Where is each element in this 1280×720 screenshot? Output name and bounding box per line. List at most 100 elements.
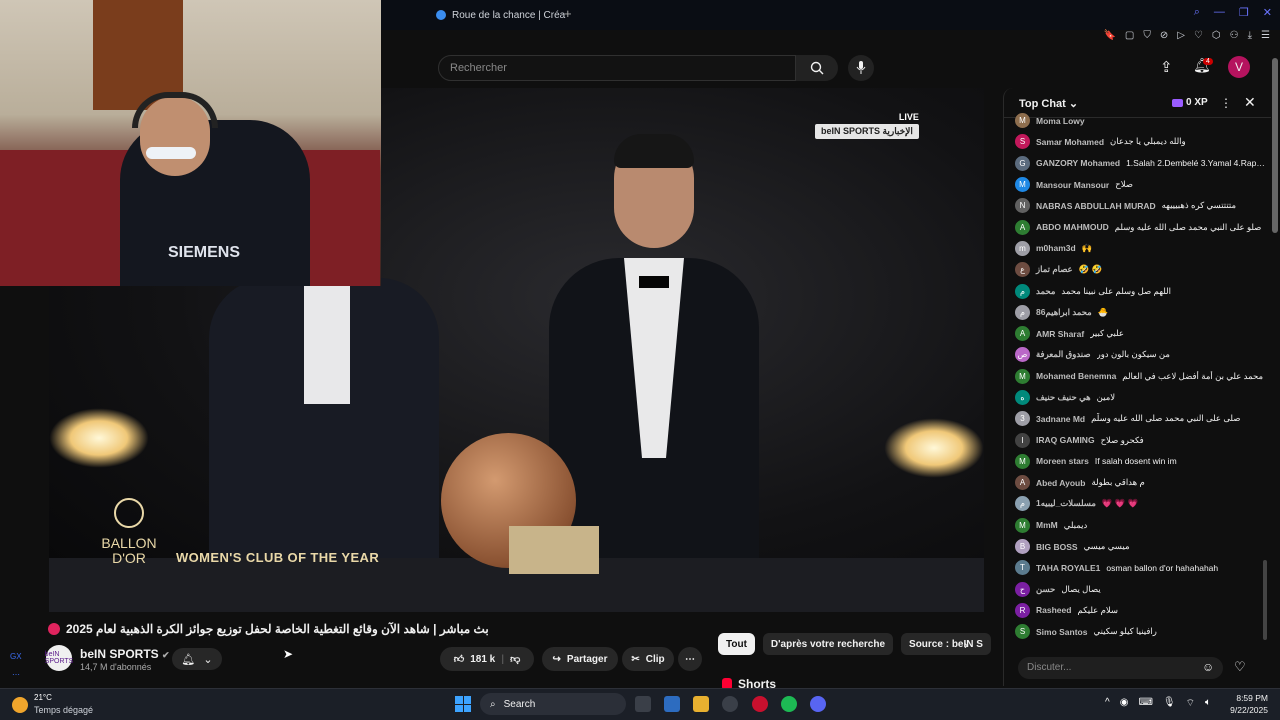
chat-mode-dropdown[interactable]: Top Chat ⌄	[1019, 97, 1078, 110]
chat-author-avatar[interactable]: I	[1015, 432, 1030, 448]
clip-button[interactable]: ✂ Clip	[622, 647, 674, 671]
gx-label[interactable]: GX	[10, 652, 22, 661]
chat-message[interactable]: T TAHA ROYALE1 osman ballon d'or hahahahah	[1015, 557, 1265, 578]
maximize-icon[interactable]: ❐	[1239, 6, 1249, 19]
task-view-icon[interactable]	[635, 696, 651, 712]
close-window-icon[interactable]: ✕	[1263, 6, 1272, 19]
chat-message[interactable]: S Samar Mohamed والله ديمبلي يا جدعان	[1015, 131, 1265, 152]
voice-search-button[interactable]	[848, 55, 874, 81]
chat-author-name[interactable]: Samar Mohamed	[1036, 137, 1104, 147]
chat-message[interactable]: M Mohamed Benemna محمد علي بن أمة أفضل لاع…	[1015, 366, 1265, 387]
chat-author-avatar[interactable]: M	[1015, 177, 1030, 193]
like-button[interactable]: 👍︎ 181 k | 👎︎	[440, 647, 534, 671]
chat-message[interactable]: I IRAQ GAMING فكحرو صلاح	[1015, 429, 1265, 450]
app-tray-icon[interactable]: ◉	[1120, 697, 1129, 710]
chat-input[interactable]: Discuter...	[1018, 657, 1223, 679]
bookmark-icon[interactable]: 🔖	[1103, 30, 1115, 41]
chat-author-name[interactable]: Mohamed Benemna	[1036, 371, 1116, 381]
emoji-icon[interactable]: ☺	[1202, 660, 1214, 674]
chat-author-avatar[interactable]: M	[1015, 368, 1030, 384]
chat-author-avatar[interactable]: M	[1015, 113, 1030, 129]
chat-author-avatar[interactable]: م	[1015, 283, 1030, 299]
chat-xp-badge[interactable]: 0 XP	[1172, 97, 1208, 108]
taskbar-clock[interactable]: 8:59 PM 9/22/2025	[1220, 692, 1268, 716]
chat-author-avatar[interactable]: S	[1015, 134, 1030, 150]
chat-author-name[interactable]: IRAQ GAMING	[1036, 435, 1095, 445]
chat-author-name[interactable]: TAHA ROYALE1	[1036, 563, 1100, 573]
chat-message[interactable]: م محمد اللهم صل وسلم على نبينا محمد	[1015, 280, 1265, 301]
keyboard-icon[interactable]: ⌨	[1138, 697, 1152, 710]
chat-author-name[interactable]: NABRAS ABDULLAH MURAD	[1036, 201, 1156, 211]
chat-author-name[interactable]: عصام تماز	[1036, 264, 1073, 275]
thumbs-down-icon[interactable]: 👎︎	[510, 653, 520, 665]
browser-tab[interactable]: Roue de la chance | Créa	[436, 5, 565, 25]
chat-message[interactable]: G GANZORY Mohamed 1.Salah 2.Dembelé 3.Yama…	[1015, 153, 1265, 174]
chat-author-name[interactable]: محمد ابراهيم86	[1036, 307, 1092, 318]
chat-message[interactable]: A Abed Ayoub م هداقي بطولة	[1015, 472, 1265, 493]
block-icon[interactable]: ⊘	[1160, 30, 1168, 41]
minimize-icon[interactable]: —	[1214, 6, 1225, 19]
chat-message[interactable]: M MmM ديمبلي	[1015, 515, 1265, 536]
chip-from-search[interactable]: D'après votre recherche	[762, 633, 894, 655]
chat-author-name[interactable]: Rasheed	[1036, 605, 1071, 615]
chat-author-name[interactable]: Moma Lowy	[1036, 116, 1085, 126]
chat-scrollbar[interactable]	[1263, 560, 1267, 640]
chip-all[interactable]: Tout	[718, 633, 755, 655]
chat-author-name[interactable]: Simo Santos	[1036, 627, 1087, 637]
chat-author-avatar[interactable]: S	[1015, 624, 1030, 640]
chat-message[interactable]: S Simo Santos رافينيا كيلو سكيني	[1015, 621, 1265, 642]
chat-author-avatar[interactable]: م	[1015, 496, 1030, 512]
search-tabs-icon[interactable]: ⌕	[1194, 6, 1200, 19]
chat-author-name[interactable]: Mansour Mansour	[1036, 180, 1109, 190]
extensions-icon[interactable]: ⬡	[1212, 30, 1221, 41]
microphone-icon[interactable]: 🎙︎	[1163, 697, 1176, 710]
chat-message[interactable]: ه هي حنيف حنيف لامين	[1015, 387, 1265, 408]
more-actions-button[interactable]: ⋯	[678, 647, 702, 671]
chat-message[interactable]: M Moma Lowy	[1015, 110, 1265, 131]
chat-author-avatar[interactable]: ه	[1015, 390, 1030, 405]
chat-message[interactable]: م محمد ابراهيم86 🐣	[1015, 302, 1265, 323]
chat-message[interactable]: A ABDO MAHMOUD صلو على النبي محمد صلى الله…	[1015, 216, 1265, 237]
chat-author-name[interactable]: مسلسلات_ليبيه1	[1036, 498, 1096, 509]
chip-source[interactable]: Source : beIN S	[901, 633, 991, 655]
search-input[interactable]: Rechercher	[438, 55, 796, 81]
chat-author-avatar[interactable]: M	[1015, 453, 1030, 469]
play-icon[interactable]: ▷	[1177, 30, 1185, 41]
chat-author-avatar[interactable]: R	[1015, 602, 1030, 618]
chat-author-name[interactable]: 3adnane Md	[1036, 414, 1085, 424]
chat-author-avatar[interactable]: ص	[1015, 347, 1030, 363]
new-tab-button[interactable]: +	[564, 6, 572, 21]
chat-author-avatar[interactable]: G	[1015, 155, 1030, 171]
channel-avatar[interactable]: beIN SPORTS	[45, 645, 73, 671]
chat-message[interactable]: M Moreen stars If salah dosent win im	[1015, 451, 1265, 472]
shield-icon[interactable]: ⛉	[1143, 30, 1151, 41]
chat-author-name[interactable]: GANZORY Mohamed	[1036, 158, 1120, 168]
upload-icon[interactable]: ⇪	[1160, 58, 1173, 76]
subscription-bell-button[interactable]: 🔔︎ ⌄	[172, 648, 222, 670]
chat-author-avatar[interactable]: M	[1015, 517, 1030, 533]
chat-message[interactable]: ص صندوق المعرفة من سيكون بالون دور	[1015, 344, 1265, 365]
chat-author-name[interactable]: Moreen stars	[1036, 456, 1089, 466]
account-avatar[interactable]: V	[1228, 56, 1250, 78]
search-button[interactable]	[796, 55, 838, 81]
chat-author-avatar[interactable]: A	[1015, 219, 1030, 235]
chat-author-avatar[interactable]: N	[1015, 198, 1030, 214]
screenshot-icon[interactable]: ▢	[1125, 30, 1134, 41]
chat-author-name[interactable]: MmM	[1036, 520, 1058, 530]
network-icon[interactable]: ⌔	[1186, 697, 1195, 710]
spotify-icon[interactable]	[781, 696, 797, 712]
chat-message[interactable]: m m0ham3d 🙌	[1015, 238, 1265, 259]
heart-reaction-icon[interactable]: ♡	[1234, 659, 1246, 675]
windows-start-icon[interactable]	[455, 696, 471, 712]
chat-message[interactable]: ع عصام تماز 🤣 🤣	[1015, 259, 1265, 280]
chat-author-avatar[interactable]: م	[1015, 304, 1030, 320]
chat-author-name[interactable]: هي حنيف حنيف	[1036, 392, 1091, 403]
store-icon[interactable]	[664, 696, 680, 712]
download-icon[interactable]: ⤓	[1248, 30, 1252, 41]
chat-author-avatar[interactable]: 3	[1015, 411, 1030, 427]
more-icon[interactable]: ⋯	[12, 670, 20, 679]
chat-message[interactable]: B BIG BOSS ميسي ميسي	[1015, 536, 1265, 557]
file-explorer-icon[interactable]	[693, 696, 709, 712]
volume-icon[interactable]: 🔈︎	[1205, 697, 1211, 710]
chat-author-avatar[interactable]: A	[1015, 326, 1030, 342]
